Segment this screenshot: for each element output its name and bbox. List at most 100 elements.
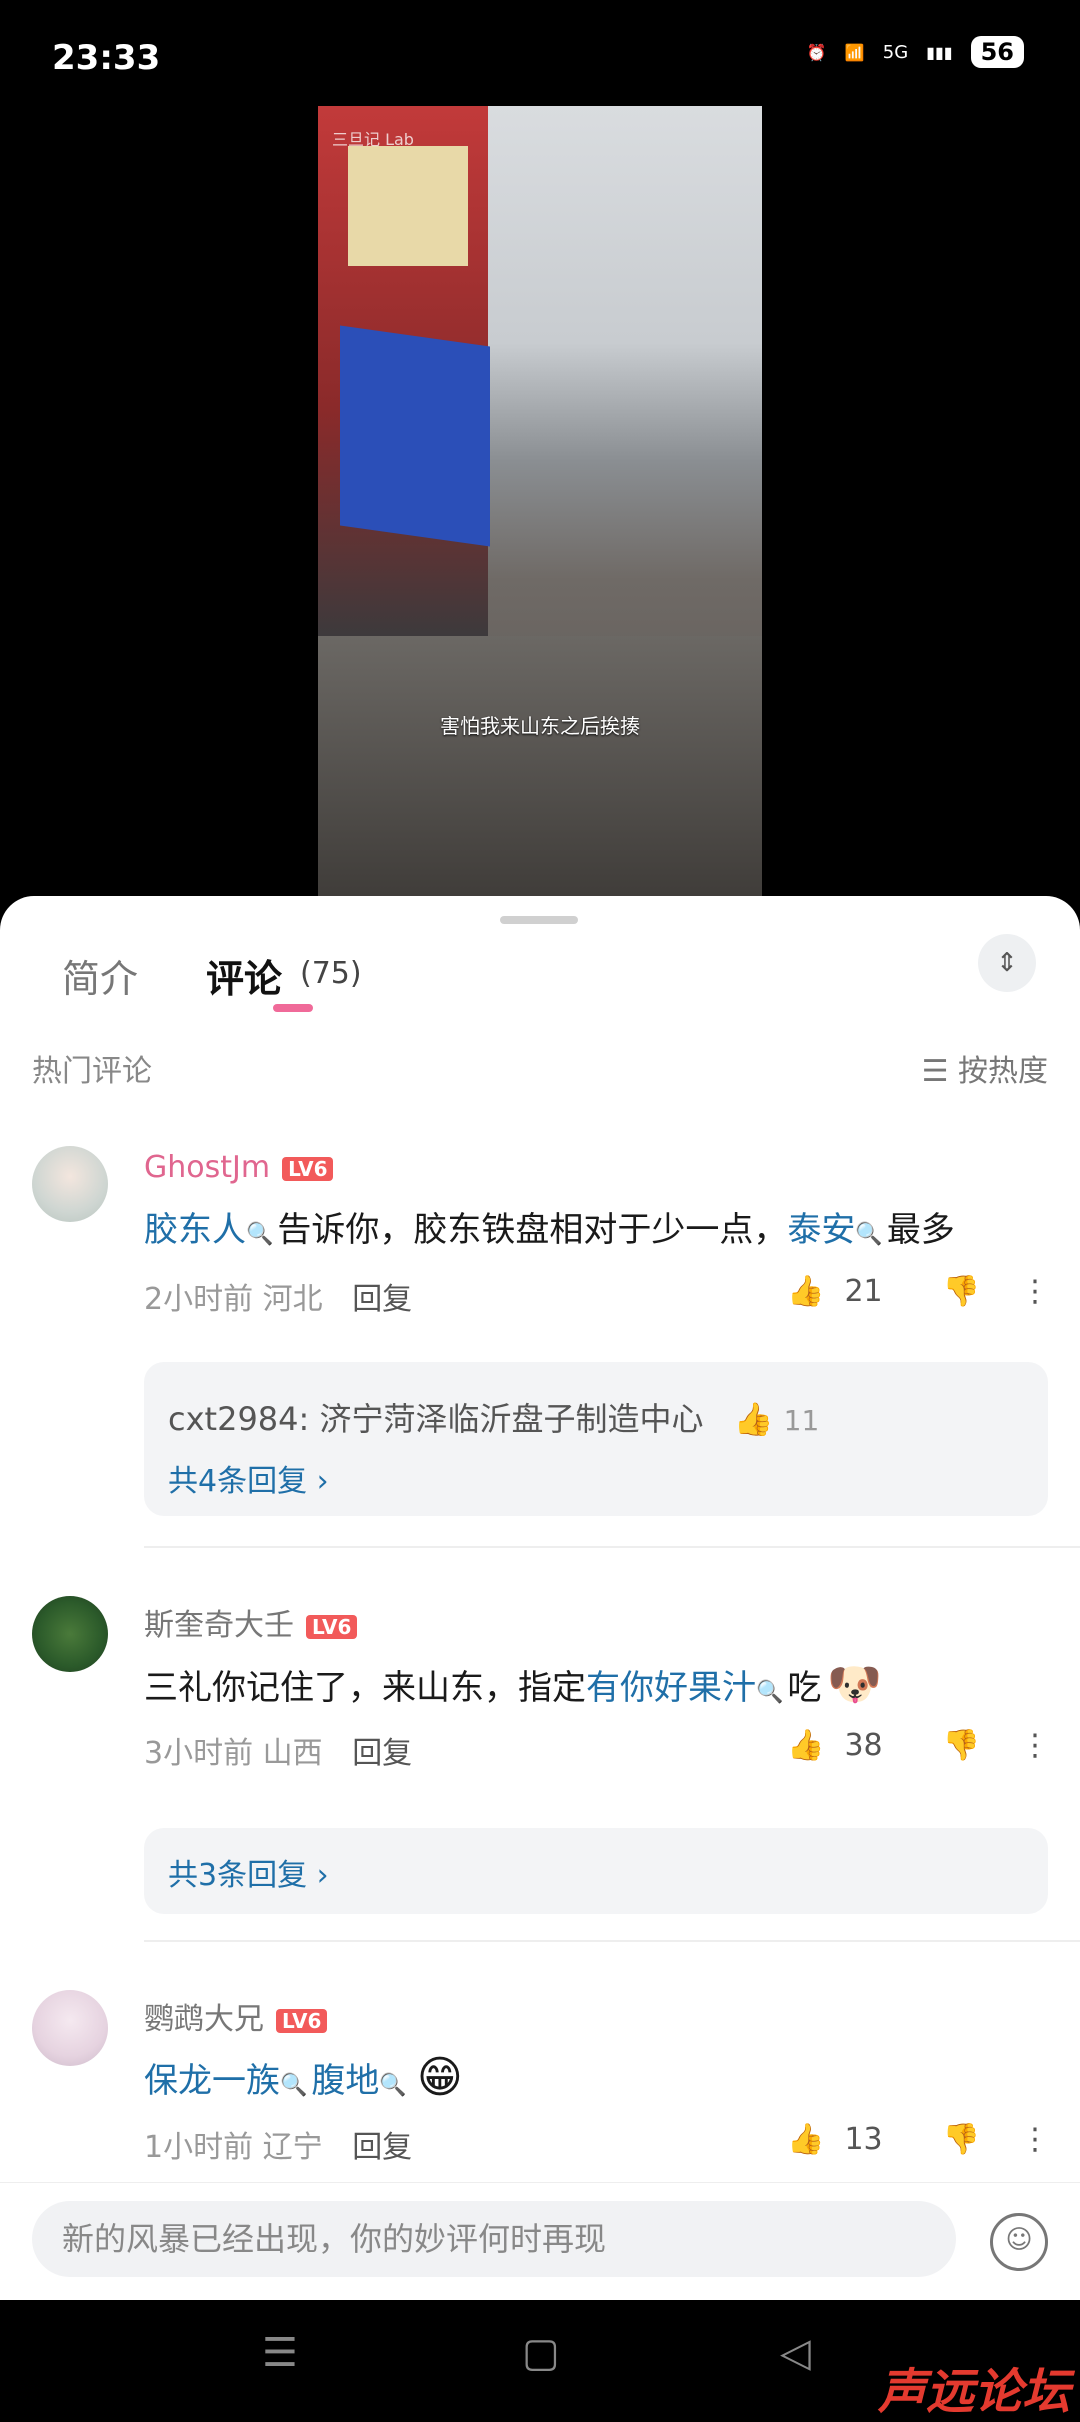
- topic-link[interactable]: 腹地: [311, 2061, 379, 2101]
- comment-time: 3小时前: [144, 1736, 254, 1771]
- search-icon: 🔍: [379, 2073, 407, 2098]
- status-icons: ⏰ 📶 5G ▮▮▮ 56: [807, 36, 1024, 68]
- comment-region: 辽宁: [262, 2130, 323, 2165]
- view-replies-label: 共3条回复: [168, 1858, 308, 1893]
- alarm-icon: ⏰: [806, 42, 827, 62]
- video-scene-banner: [340, 325, 490, 547]
- comment-text-segment: 最多: [886, 1210, 955, 1250]
- status-bar: 23:33 ⏰ 📶 5G ▮▮▮ 56: [0, 0, 1080, 110]
- comment-username[interactable]: 鹦鹉大兄 LV6: [144, 1994, 328, 2038]
- sort-label: 按热度: [958, 1054, 1048, 1089]
- dislike-icon[interactable]: 👎: [943, 1728, 980, 1763]
- comment-text-segment: 吃: [787, 1668, 822, 1708]
- like-count: 21: [844, 1274, 883, 1309]
- username-text: GhostJm: [144, 1150, 271, 1185]
- emoji-picker-icon[interactable]: ☺: [990, 2213, 1048, 2271]
- tab-indicator: [273, 1004, 313, 1012]
- chevron-updown-icon: ⇕: [996, 948, 1018, 978]
- username-text: 斯奎奇大壬: [144, 1608, 294, 1643]
- comment-input-bar: 新的风暴已经出现，你的妙评何时再现 ☺: [0, 2182, 1080, 2300]
- view-replies-button[interactable]: 共3条回复 ›: [168, 1850, 329, 1894]
- sub-reply-text: 济宁菏泽临沂盘子制造中心: [319, 1400, 704, 1438]
- reply-button[interactable]: 回复: [352, 1282, 412, 1317]
- avatar[interactable]: [32, 1990, 108, 2066]
- comment-text-segment: 告诉你，胶东铁盘相对于少一点，: [277, 1210, 788, 1250]
- network-label: 5G: [882, 41, 909, 63]
- view-replies-button[interactable]: 共4条回复 ›: [168, 1456, 329, 1500]
- home-nav-icon[interactable]: ▢: [522, 2330, 560, 2376]
- back-nav-icon[interactable]: ◁: [780, 2330, 811, 2376]
- topic-link[interactable]: 保龙一族: [144, 2061, 280, 2101]
- video-player[interactable]: 三旦记 Lab 害怕我来山东之后挨揍: [318, 106, 762, 896]
- comment-count: (75): [300, 956, 362, 991]
- level-badge: LV6: [276, 2008, 328, 2033]
- search-icon: 🔍: [280, 2073, 308, 2098]
- comment-actions: 👍 13 👎 ⋮: [787, 2122, 1050, 2157]
- sort-button[interactable]: ☰ 按热度: [922, 1046, 1048, 1090]
- comment-meta: 2小时前 河北 回复: [144, 1274, 412, 1318]
- chevron-right-icon: ›: [316, 1858, 329, 1893]
- sub-reply: cxt2984: 济宁菏泽临沂盘子制造中心 👍 11: [168, 1400, 820, 1438]
- reply-button[interactable]: 回复: [352, 2130, 412, 2165]
- like-count: 13: [844, 2122, 883, 2157]
- avatar[interactable]: [32, 1596, 108, 1672]
- view-replies-label: 共4条回复: [168, 1464, 308, 1499]
- comment-text: 保龙一族🔍 腹地🔍 😁: [144, 2052, 463, 2103]
- status-time: 23:33: [52, 38, 161, 78]
- search-icon: 🔍: [756, 1680, 784, 1705]
- emoji-grin: 😁: [416, 2052, 463, 2103]
- comment-actions: 👍 21 👎 ⋮: [787, 1274, 1050, 1309]
- topic-link[interactable]: 胶东人: [144, 1210, 246, 1250]
- topic-link[interactable]: 有你好果汁: [586, 1668, 756, 1708]
- video-scene-road: [318, 636, 762, 896]
- chevron-right-icon: ›: [316, 1464, 329, 1499]
- tab-intro[interactable]: 简介: [62, 948, 138, 1003]
- like-icon[interactable]: 👍: [787, 1728, 824, 1763]
- comment-time: 2小时前: [144, 1282, 254, 1317]
- sub-reply-user[interactable]: cxt2984: [168, 1400, 299, 1438]
- comment-input[interactable]: 新的风暴已经出现，你的妙评何时再现: [32, 2201, 956, 2277]
- expand-sheet-button[interactable]: ⇕: [978, 934, 1036, 992]
- comment-text: 三礼你记住了，来山东，指定有你好果汁🔍 吃 🐶: [144, 1658, 882, 1710]
- wifi-icon: 📶: [844, 42, 865, 62]
- like-icon[interactable]: 👍: [787, 2122, 824, 2157]
- more-options-icon[interactable]: ⋮: [1020, 1728, 1050, 1763]
- level-badge: LV6: [306, 1614, 358, 1639]
- topic-link[interactable]: 泰安: [787, 1210, 855, 1250]
- video-subtitle: 害怕我来山东之后挨揍: [440, 714, 640, 738]
- menu-nav-icon[interactable]: ☰: [262, 2330, 298, 2376]
- search-icon: 🔍: [855, 1222, 883, 1247]
- comment-actions: 👍 38 👎 ⋮: [787, 1728, 1050, 1763]
- video-watermark: 三旦记 Lab: [332, 130, 414, 149]
- comment-username[interactable]: 斯奎奇大壬 LV6: [144, 1600, 358, 1644]
- like-icon[interactable]: 👍: [734, 1400, 774, 1438]
- dislike-icon[interactable]: 👎: [943, 1274, 980, 1309]
- reply-preview-box[interactable]: cxt2984: 济宁菏泽临沂盘子制造中心 👍 11 共4条回复 ›: [144, 1362, 1048, 1516]
- comment-username[interactable]: GhostJm LV6: [144, 1150, 334, 1185]
- more-options-icon[interactable]: ⋮: [1020, 2122, 1050, 2157]
- video-scene-sign: [348, 146, 468, 266]
- username-text: 鹦鹉大兄: [144, 2002, 264, 2037]
- list-icon: ☰: [921, 1054, 958, 1089]
- level-badge: LV6: [282, 1156, 334, 1181]
- like-count: 38: [844, 1728, 883, 1763]
- search-icon: 🔍: [246, 1222, 274, 1247]
- tab-comments[interactable]: 评论: [206, 948, 282, 1003]
- reply-preview-box[interactable]: 共3条回复 ›: [144, 1828, 1048, 1914]
- comment-text-segment: 三礼你记住了，来山东，指定: [144, 1668, 586, 1708]
- like-icon[interactable]: 👍: [787, 1274, 824, 1309]
- reply-button[interactable]: 回复: [352, 1736, 412, 1771]
- sheet-drag-handle[interactable]: [500, 916, 578, 924]
- comment-sheet: 简介 评论 (75) ⇕ 热门评论 ☰ 按热度 GhostJm LV6 胶东人🔍 告…: [0, 896, 1080, 2300]
- comment-text: 胶东人🔍 告诉你，胶东铁盘相对于少一点，泰安🔍 最多: [144, 1202, 955, 1251]
- comment-meta: 1小时前 辽宁 回复: [144, 2122, 412, 2166]
- comment-region: 山西: [262, 1736, 323, 1771]
- dislike-icon[interactable]: 👎: [943, 2122, 980, 2157]
- emoji-dog: 🐶: [827, 1659, 883, 1710]
- more-options-icon[interactable]: ⋮: [1020, 1274, 1050, 1309]
- comment-time: 1小时前: [144, 2130, 254, 2165]
- divider: [144, 1940, 1080, 1942]
- hot-comments-label: 热门评论: [32, 1054, 152, 1089]
- avatar[interactable]: [32, 1146, 108, 1222]
- comment-meta: 3小时前 山西 回复: [144, 1728, 412, 1772]
